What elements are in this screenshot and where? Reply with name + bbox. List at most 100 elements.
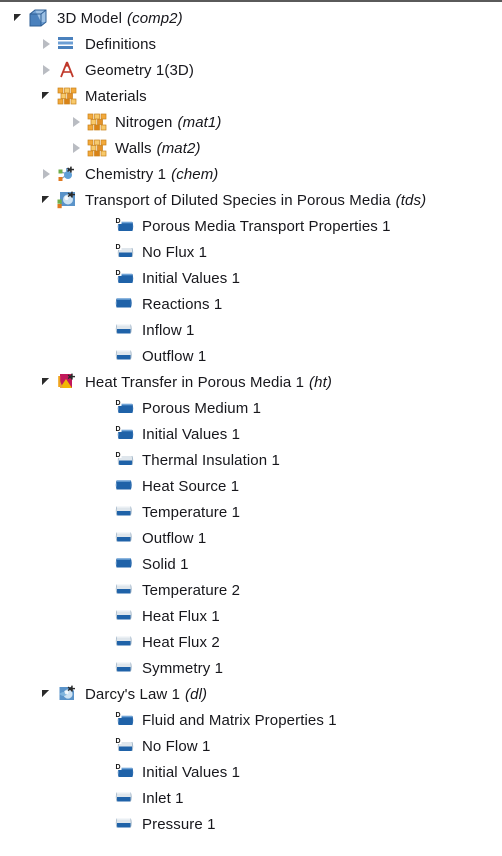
chemistry-icon xyxy=(56,164,78,184)
tree-row[interactable]: D Initial Values 1 xyxy=(0,421,502,447)
tree-row[interactable]: Nitrogen (mat1) xyxy=(0,109,502,135)
boundary-icon xyxy=(113,320,135,340)
tree-row[interactable]: D Porous Media Transport Properties 1 xyxy=(0,213,502,239)
collapse-arrow-icon[interactable] xyxy=(10,9,28,27)
tree-row[interactable]: Heat Flux 2 xyxy=(0,629,502,655)
boundary-icon xyxy=(113,632,135,652)
tree-row-label: Fluid and Matrix Properties 1 xyxy=(142,711,337,729)
tree-row[interactable]: Outflow 1 xyxy=(0,525,502,551)
tree-row[interactable]: D Initial Values 1 xyxy=(0,265,502,291)
domain-default-icon: D xyxy=(113,268,135,288)
tree-row[interactable]: D No Flux 1 xyxy=(0,239,502,265)
tree-row-label: Porous Medium 1 xyxy=(142,399,262,417)
tree-row-tag: (mat2) xyxy=(156,139,201,157)
tree-row[interactable]: Walls (mat2) xyxy=(0,135,502,161)
material-grid-icon xyxy=(86,112,108,132)
tree-row[interactable]: Chemistry 1 (chem) xyxy=(0,161,502,187)
expand-arrow-icon[interactable] xyxy=(38,165,56,183)
tree-row[interactable]: Heat Source 1 xyxy=(0,473,502,499)
tree-row-label: Transport of Diluted Species in Porous M… xyxy=(85,191,391,209)
tree-row[interactable]: Materials xyxy=(0,83,502,109)
tree-row-label: Inlet 1 xyxy=(142,789,184,807)
tree-row[interactable]: Temperature 1 xyxy=(0,499,502,525)
expand-arrow-icon[interactable] xyxy=(38,35,56,53)
tree-row-label: Initial Values 1 xyxy=(142,269,241,287)
svg-text:D: D xyxy=(115,712,120,719)
domain-icon xyxy=(113,294,135,314)
svg-text:D: D xyxy=(115,270,120,277)
tree-row[interactable]: D Porous Medium 1 xyxy=(0,395,502,421)
material-grid-icon xyxy=(86,138,108,158)
tree-row[interactable]: Pressure 1 xyxy=(0,811,502,837)
tree-row-label: Inflow 1 xyxy=(142,321,195,339)
domain-default-icon: D xyxy=(113,216,135,236)
heat-transfer-icon xyxy=(56,372,78,392)
domain-default-icon: D xyxy=(113,424,135,444)
tree-row[interactable]: Geometry 1(3D) xyxy=(0,57,502,83)
tree-row[interactable]: Inflow 1 xyxy=(0,317,502,343)
tree-row-label: Outflow 1 xyxy=(142,347,207,365)
boundary-icon xyxy=(113,606,135,626)
domain-default-icon: D xyxy=(113,710,135,730)
tree-row[interactable]: Symmetry 1 xyxy=(0,655,502,681)
tree-row[interactable]: Inlet 1 xyxy=(0,785,502,811)
tree-row[interactable]: Darcy's Law 1 (dl) xyxy=(0,681,502,707)
tree-row[interactable]: Heat Flux 1 xyxy=(0,603,502,629)
tree-row[interactable]: Solid 1 xyxy=(0,551,502,577)
tree-row[interactable]: D Fluid and Matrix Properties 1 xyxy=(0,707,502,733)
tree-row[interactable]: 3D Model (comp2) xyxy=(0,5,502,31)
tree-row[interactable]: Definitions xyxy=(0,31,502,57)
expand-arrow-icon[interactable] xyxy=(38,61,56,79)
tree-row[interactable]: Heat Transfer in Porous Media 1 (ht) xyxy=(0,369,502,395)
tree-row[interactable]: Temperature 2 xyxy=(0,577,502,603)
tree-row-tag: (dl) xyxy=(185,685,208,703)
tree-row-tag: (tds) xyxy=(395,191,427,209)
collapse-arrow-icon[interactable] xyxy=(38,87,56,105)
tree-row[interactable]: D Initial Values 1 xyxy=(0,759,502,785)
tree-row[interactable]: Transport of Diluted Species in Porous M… xyxy=(0,187,502,213)
tree-row-label: Solid 1 xyxy=(142,555,189,573)
tree-row[interactable]: Outflow 1 xyxy=(0,343,502,369)
tree-row-label: Walls xyxy=(115,139,152,157)
tree-row-label: Heat Transfer in Porous Media 1 xyxy=(85,373,305,391)
expand-arrow-icon[interactable] xyxy=(68,113,86,131)
tree-row-label: Thermal Insulation 1 xyxy=(142,451,280,469)
tree-row-label: Heat Flux 2 xyxy=(142,633,220,651)
tree-row[interactable]: D No Flow 1 xyxy=(0,733,502,759)
tree-row[interactable]: D Thermal Insulation 1 xyxy=(0,447,502,473)
tree-row-label: Initial Values 1 xyxy=(142,763,241,781)
tree-row-label: Nitrogen xyxy=(115,113,173,131)
tree-row-label: Materials xyxy=(85,87,147,105)
tree-row-tag: (chem) xyxy=(171,165,219,183)
collapse-arrow-icon[interactable] xyxy=(38,373,56,391)
boundary-icon xyxy=(113,528,135,548)
model-tree[interactable]: 3D Model (comp2) Definitions Geometry 1(3… xyxy=(0,0,502,856)
tree-row-label: No Flow 1 xyxy=(142,737,211,755)
domain-icon xyxy=(113,476,135,496)
tree-row-label: Porous Media Transport Properties 1 xyxy=(142,217,391,235)
collapse-arrow-icon[interactable] xyxy=(38,685,56,703)
tree-row[interactable]: Reactions 1 xyxy=(0,291,502,317)
tree-row-label: Temperature 2 xyxy=(142,581,241,599)
tree-row-label: Heat Source 1 xyxy=(142,477,240,495)
materials-grid-icon xyxy=(56,86,78,106)
expand-arrow-icon[interactable] xyxy=(68,139,86,157)
svg-text:D: D xyxy=(115,764,120,771)
collapse-arrow-icon[interactable] xyxy=(38,191,56,209)
tree-row-label: Geometry 1(3D) xyxy=(85,61,194,79)
tree-row-label: Initial Values 1 xyxy=(142,425,241,443)
